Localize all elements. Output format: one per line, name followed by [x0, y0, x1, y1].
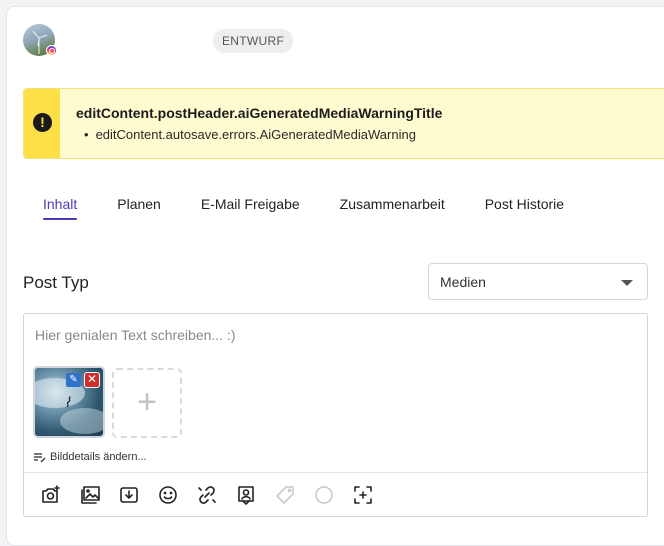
link-button[interactable]: [195, 483, 219, 507]
instagram-icon: [46, 45, 57, 56]
tag-icon: [276, 486, 294, 504]
gallery-icon: [81, 486, 100, 504]
warning-list: editContent.autosave.errors.AiGeneratedM…: [76, 127, 416, 142]
editor-tabs: Inhalt Planen E-Mail Freigabe Zusammenar…: [23, 194, 584, 220]
emoji-icon: [159, 486, 177, 504]
warning-item: editContent.autosave.errors.AiGeneratedM…: [76, 127, 416, 142]
media-details-label: Bilddetails ändern...: [50, 451, 147, 463]
tab-email-freigabe[interactable]: E-Mail Freigabe: [181, 194, 320, 220]
profile-tag-icon: [238, 486, 254, 505]
exclamation-icon: !: [33, 113, 52, 132]
tab-zusammenarbeit[interactable]: Zusammenarbeit: [320, 194, 465, 220]
camera-add-button[interactable]: [39, 483, 63, 507]
gallery-button[interactable]: [78, 483, 102, 507]
warning-accent-bar: !: [24, 89, 60, 158]
crop-icon: [354, 486, 372, 504]
edit-media-icon[interactable]: ✎: [66, 373, 81, 387]
tab-inhalt[interactable]: Inhalt: [23, 194, 97, 220]
profile-tag-button[interactable]: [234, 483, 258, 507]
tab-planen[interactable]: Planen: [97, 194, 181, 220]
editor-toolbar: [24, 472, 647, 517]
media-thumbnail[interactable]: ⌇ ✎ ✕: [33, 366, 105, 438]
tag-button[interactable]: [273, 483, 297, 507]
ai-media-warning: ! editContent.postHeader.aiGeneratedMedi…: [23, 88, 664, 159]
caret-down-icon: [621, 280, 633, 286]
text-input-placeholder[interactable]: Hier genialen Text schreiben... :): [35, 327, 236, 343]
camera-add-icon: [42, 485, 60, 503]
circle-icon: [315, 486, 333, 504]
post-type-label: Post Typ: [23, 273, 89, 292]
add-media-button[interactable]: +: [112, 368, 182, 438]
thumbnail-wave: [60, 408, 103, 434]
crop-button[interactable]: [351, 483, 375, 507]
link-icon: [198, 486, 216, 504]
account-avatar[interactable]: [23, 24, 57, 56]
circle-button[interactable]: [312, 483, 336, 507]
post-type-value: Medien: [440, 274, 486, 290]
media-details-link[interactable]: Bilddetails ändern...: [33, 451, 147, 463]
post-editor-panel: ENTWURF ! editContent.postHeader.aiGener…: [6, 6, 664, 546]
post-type-select[interactable]: Medien: [428, 263, 648, 300]
remove-media-icon[interactable]: ✕: [84, 372, 100, 388]
emoji-button[interactable]: [156, 483, 180, 507]
status-badge: ENTWURF: [213, 29, 294, 53]
warning-title: editContent.postHeader.aiGeneratedMediaW…: [76, 105, 443, 121]
edit-details-icon: [34, 452, 46, 462]
download-button[interactable]: [117, 483, 141, 507]
tab-post-historie[interactable]: Post Historie: [465, 194, 584, 220]
post-text-editor[interactable]: Hier genialen Text schreiben... :) ⌇ ✎ ✕…: [23, 313, 648, 517]
download-icon: [120, 487, 138, 503]
